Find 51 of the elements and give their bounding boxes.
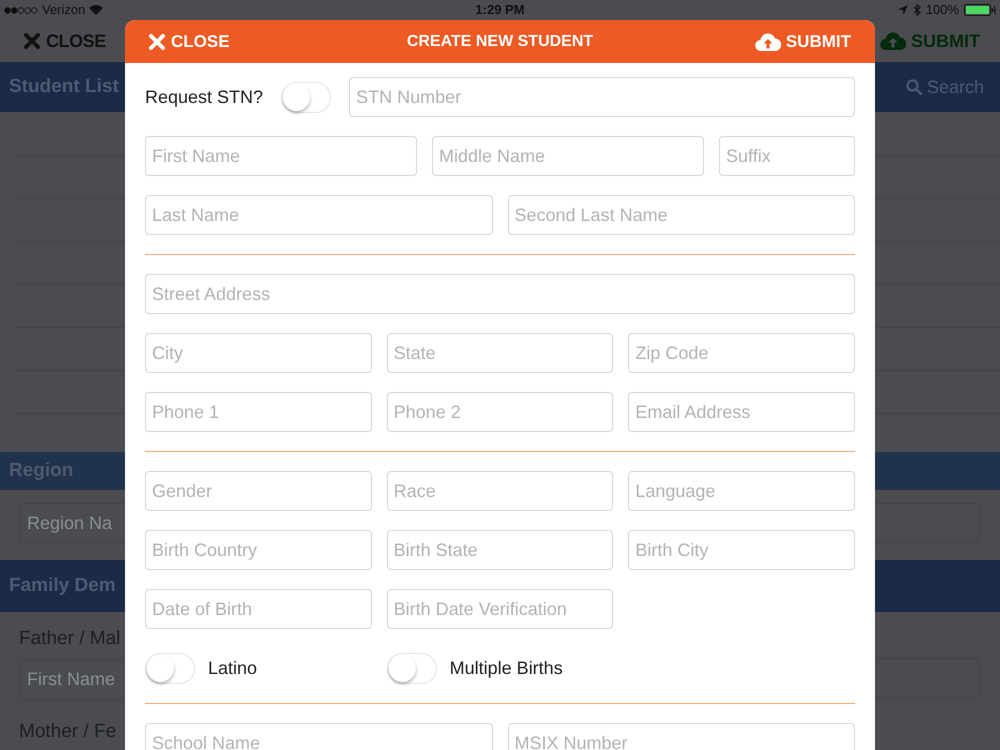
region-field[interactable]	[875, 503, 980, 543]
text-field[interactable]: Date of Birth	[145, 589, 372, 629]
battery-icon	[964, 4, 996, 16]
text-field[interactable]: STN Number	[349, 77, 855, 117]
text-field[interactable]: School Name	[145, 723, 492, 750]
field-placeholder: Region Na	[27, 512, 112, 535]
field-label: Request STN?	[145, 86, 264, 109]
text-field[interactable]: Birth Date Verification	[386, 589, 614, 629]
clock: 1:29 PM	[475, 1, 525, 20]
signal-icon	[4, 6, 38, 14]
close-button[interactable]: CLOSE	[149, 28, 309, 54]
close-icon	[24, 33, 40, 49]
toggle-switch[interactable]	[145, 653, 195, 684]
text-field[interactable]: Second Last Name	[508, 195, 855, 235]
text-field[interactable]: Suffix	[719, 136, 855, 176]
battery-percent: 100%	[926, 1, 959, 20]
text-field[interactable]: Zip Code	[628, 333, 855, 373]
search-icon	[906, 79, 922, 95]
modal-title: CREATE NEW STUDENT	[406, 32, 594, 52]
close-icon	[149, 34, 165, 50]
text-field[interactable]: First Name	[145, 136, 417, 176]
carrier-name: Verizon	[42, 1, 86, 20]
text-field[interactable]: Birth Country	[145, 530, 372, 570]
text-field[interactable]: Phone 2	[386, 392, 614, 432]
text-field[interactable]: Phone 1	[145, 392, 372, 432]
submit-button[interactable]: SUBMIT	[880, 28, 980, 54]
field-placeholder: First Name	[27, 668, 116, 691]
cloud-upload-icon	[880, 31, 906, 51]
location-icon	[898, 5, 908, 15]
text-field[interactable]: State	[386, 333, 614, 373]
wifi-icon	[89, 5, 104, 15]
text-field[interactable]: Street Address	[145, 274, 855, 314]
toggle-label: Latino	[208, 657, 258, 680]
text-field[interactable]: Race	[386, 471, 614, 511]
toggle-switch[interactable]	[386, 653, 437, 684]
text-field[interactable]: City	[145, 333, 372, 373]
text-field[interactable]: Last Name	[145, 195, 492, 235]
toggle-switch[interactable]	[281, 82, 332, 112]
text-field[interactable]: MSIX Number	[508, 723, 855, 750]
text-field[interactable]: Language	[628, 471, 855, 511]
text-field[interactable]: Gender	[145, 471, 372, 511]
bluetooth-icon	[912, 4, 921, 16]
name-field[interactable]	[875, 658, 980, 698]
text-field[interactable]: Birth City	[628, 530, 855, 570]
toggle-label: Multiple Births	[450, 657, 563, 680]
text-field[interactable]: Birth State	[386, 530, 614, 570]
submit-button[interactable]: SUBMIT	[691, 28, 851, 54]
text-field[interactable]: Middle Name	[432, 136, 704, 176]
close-button[interactable]: CLOSE	[24, 28, 106, 54]
text-field[interactable]: Email Address	[628, 392, 855, 432]
cloud-upload-icon	[754, 32, 781, 52]
